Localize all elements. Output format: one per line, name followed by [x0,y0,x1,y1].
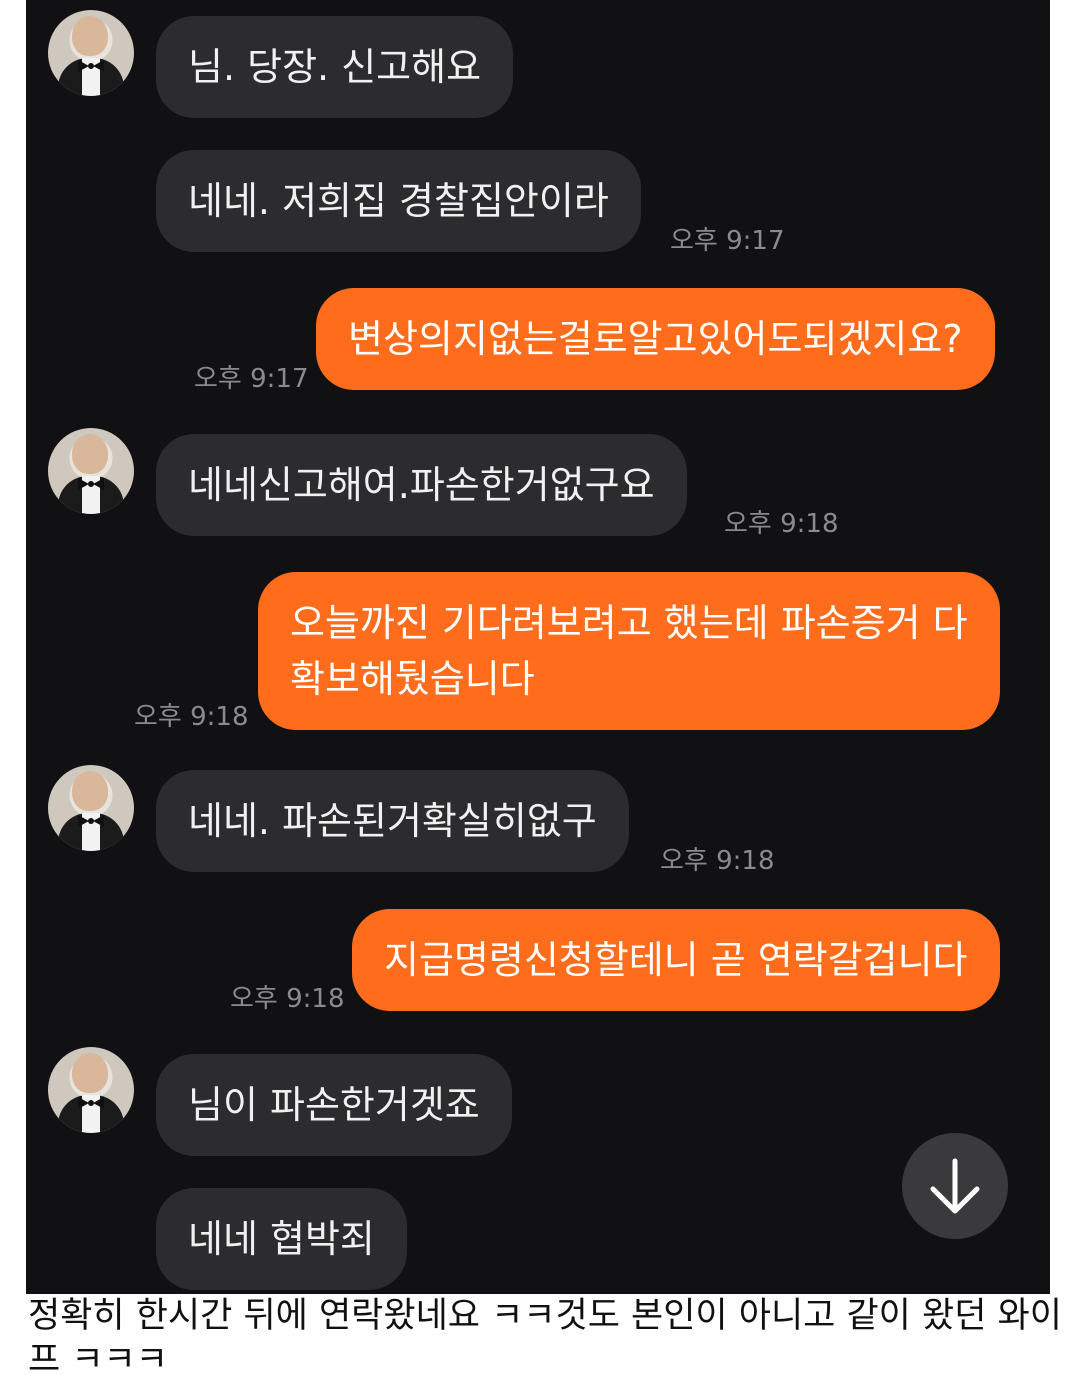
incoming-message[interactable]: 님. 당장. 신고해요 [156,16,514,118]
message-time: 오후 9:18 [230,984,345,1014]
message-text: 변상의지없는걸로알고있어도되겠지요? [348,317,963,361]
incoming-message[interactable]: 님이 파손한거겟죠 [156,1054,512,1156]
message-time: 오후 9:17 [670,226,785,256]
avatar[interactable] [48,428,134,514]
outgoing-message[interactable]: 오늘까진 기다려보려고 했는데 파손증거 다 확보해뒀습니다 [258,572,1000,730]
avatar[interactable] [48,10,134,96]
message-text-line: 확보해뒀습니다 [290,657,535,701]
arrow-down-icon [930,1158,980,1214]
outgoing-message[interactable]: 변상의지없는걸로알고있어도되겠지요? [316,288,995,390]
message-text: 네네 협박죄 [188,1217,375,1261]
message-time: 오후 9:18 [660,846,775,876]
message-text: 네네신고해여.파손한거없구요 [188,463,655,507]
incoming-message[interactable]: 네네. 저희집 경찰집안이라 [156,150,641,252]
outgoing-message[interactable]: 지급명령신청할테니 곧 연락갈겁니다 [352,909,1000,1011]
message-text-line: 오늘까진 기다려보려고 했는데 파손증거 다 [290,601,968,645]
chat-screen: 님. 당장. 신고해요 네네. 저희집 경찰집안이라 오후 9:17 변상의지없… [26,0,1050,1294]
message-text: 네네. 저희집 경찰집안이라 [188,179,609,223]
message-text: 지급명령신청할테니 곧 연락갈겁니다 [384,938,968,982]
scroll-to-bottom-button[interactable] [902,1133,1008,1239]
message-text: 네네. 파손된거확실히없구 [188,799,597,843]
message-time: 오후 9:17 [194,364,309,394]
message-text: 님이 파손한거겟죠 [188,1083,480,1127]
incoming-message[interactable]: 네네 협박죄 [156,1188,407,1290]
avatar[interactable] [48,765,134,851]
incoming-message[interactable]: 네네신고해여.파손한거없구요 [156,434,687,536]
incoming-message[interactable]: 네네. 파손된거확실히없구 [156,770,629,872]
message-time: 오후 9:18 [724,509,839,539]
post-caption: 정확히 한시간 뒤에 연락왔네요 ㅋㅋ것도 본인이 아니고 같이 왔던 와이프 … [28,1296,1062,1380]
message-text: 님. 당장. 신고해요 [188,45,482,89]
avatar[interactable] [48,1047,134,1133]
message-time: 오후 9:18 [134,702,249,732]
